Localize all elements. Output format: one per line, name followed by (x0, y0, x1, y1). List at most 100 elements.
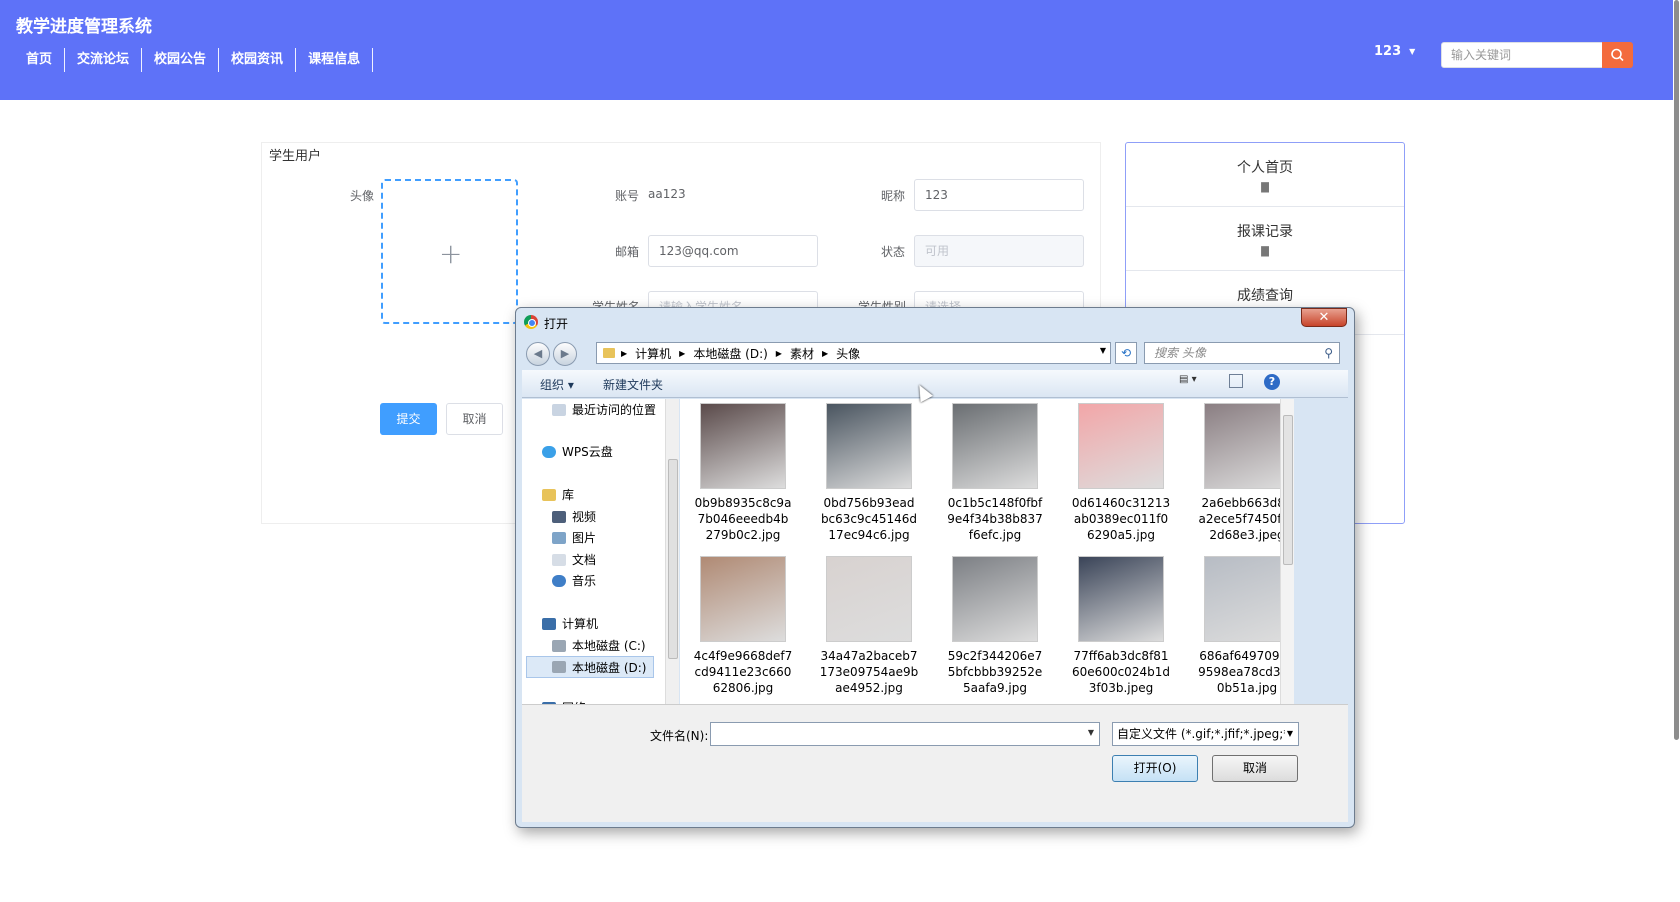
scrollbar-thumb[interactable] (1674, 0, 1679, 740)
nav-music[interactable]: 音乐 (552, 572, 596, 589)
filename-input[interactable]: ▼ (710, 722, 1100, 746)
avatar-uploader[interactable]: + (381, 179, 518, 324)
side-item-records[interactable]: 报课记录 ▇ (1126, 207, 1404, 271)
dialog-search-input[interactable]: 搜索 头像 ⚲ (1144, 342, 1340, 364)
image-thumbnail (700, 556, 786, 642)
nav-notice[interactable]: 校园公告 (142, 48, 220, 72)
scrollbar-thumb[interactable] (668, 459, 678, 659)
preview-pane-icon[interactable] (1229, 374, 1243, 388)
side-item-home[interactable]: 个人首页 ▇ (1126, 143, 1404, 207)
refresh-button[interactable]: ⟲ (1115, 342, 1137, 364)
dropdown-arrow-icon[interactable]: ▼ (1100, 346, 1106, 355)
file-item[interactable]: 77ff6ab3dc8f81 60e600c024b1d 3f03b.jpeg (1066, 556, 1176, 696)
lock-icon: ▇ (1261, 182, 1269, 193)
image-thumbnail (952, 556, 1038, 642)
nav-library[interactable]: 库 (542, 486, 574, 503)
site-header: 教学进度管理系统 首页 交流论坛 校园公告 校园资讯 课程信息 123 ▼ 输入关… (0, 0, 1673, 100)
nickname-input[interactable]: 123 (914, 179, 1084, 211)
path-segment[interactable]: 头像 (836, 345, 860, 362)
file-list-scrollbar[interactable] (1280, 399, 1294, 704)
nav-disk-c[interactable]: 本地磁盘 (C:) (552, 637, 646, 654)
nav-video[interactable]: 视频 (552, 508, 596, 525)
file-name: 6290a5.jpg (1087, 528, 1155, 542)
file-item[interactable]: 34a47a2baceb7 173e09754ae9b ae4952.jpg (814, 556, 924, 696)
file-name: ae4952.jpg (835, 681, 903, 695)
cloud-icon (542, 445, 556, 458)
organize-menu[interactable]: 组织 ▾ (540, 376, 574, 393)
forward-button[interactable]: ▶ (553, 342, 577, 366)
back-button[interactable]: ◀ (526, 342, 550, 366)
file-name: 3f03b.jpeg (1088, 681, 1154, 695)
file-name: 279b0c2.jpg (705, 528, 781, 542)
submit-button[interactable]: 提交 (380, 403, 437, 435)
nav-course[interactable]: 课程信息 (296, 48, 374, 72)
computer-icon (542, 617, 556, 630)
image-thumbnail (1204, 556, 1280, 642)
dialog-close-button[interactable]: ✕ (1301, 308, 1347, 327)
nav-recent[interactable]: 最近访问的位置 (552, 401, 656, 418)
nav-wps[interactable]: WPS云盘 (542, 443, 613, 460)
search-input[interactable]: 输入关键词 (1441, 42, 1603, 68)
dropdown-arrow-icon[interactable]: ▼ (1088, 728, 1094, 737)
file-name: 173e09754ae9b (819, 665, 919, 679)
dialog-title: 打开 (544, 317, 569, 331)
nav-home[interactable]: 首页 (14, 48, 66, 72)
nav-forum[interactable]: 交流论坛 (65, 48, 143, 72)
page-scrollbar[interactable] (1673, 0, 1680, 902)
chrome-icon (524, 315, 538, 329)
filetype-select[interactable]: 自定义文件 (*.gif;*.jfif;*.jpeg;*. ▼ (1112, 722, 1299, 746)
image-thumbnail (1078, 556, 1164, 642)
search-button[interactable] (1602, 42, 1633, 68)
video-icon (552, 510, 566, 523)
file-item[interactable]: 59c2f344206e7 5bfcbbb39252e 5aafa9.jpg (940, 556, 1050, 696)
new-folder-button[interactable]: 新建文件夹 (603, 376, 663, 393)
nav-item-label: 文档 (572, 553, 597, 567)
image-thumbnail (952, 403, 1038, 489)
scrollbar-thumb[interactable] (1283, 415, 1293, 565)
nav-item-label: 音乐 (572, 574, 597, 588)
nav-item-label: 视频 (572, 510, 597, 524)
dialog-toolbar: 组织 ▾ 新建文件夹 ▤ ▾ ? (522, 370, 1348, 398)
path-segment[interactable]: 本地磁盘 (D:) (693, 345, 767, 362)
file-item[interactable]: 0b9b8935c8c9a 7b046eeedb4b 279b0c2.jpg (688, 403, 798, 543)
arrow-right-icon: ▶ (560, 347, 570, 360)
file-name: 5bfcbbb39252e (947, 665, 1043, 679)
file-name: 34a47a2baceb7 (820, 649, 918, 663)
email-input[interactable]: 123@qq.com (648, 235, 818, 267)
nav-news[interactable]: 校园资讯 (219, 48, 297, 72)
view-options-icon[interactable]: ▤ ▾ (1179, 374, 1213, 392)
file-name: 0d61460c31213 (1071, 496, 1171, 510)
nav-documents[interactable]: 文档 (552, 551, 596, 568)
help-icon[interactable]: ? (1264, 374, 1280, 390)
nav-pane-scrollbar[interactable] (665, 399, 679, 704)
path-segment[interactable]: 素材 (790, 345, 814, 362)
file-item[interactable]: 0bd756b93ead bc63c9c45146d 17ec94c6.jpg (814, 403, 924, 543)
file-name: 2d68e3.jpeg (1209, 528, 1280, 542)
chevron-right-icon: ▶ (679, 348, 686, 358)
dropdown-arrow-icon: ▼ (1284, 723, 1293, 745)
drive-icon (552, 661, 566, 673)
user-menu[interactable]: 123 ▼ (1374, 44, 1415, 59)
nav-disk-d[interactable]: 本地磁盘 (D:) (526, 656, 654, 678)
file-item[interactable]: 686af64970962 9598ea78cd311 0b51a.jpg (1192, 556, 1280, 696)
nav-pictures[interactable]: 图片 (552, 529, 596, 546)
file-item[interactable]: 0d61460c31213 ab0389ec011f0 6290a5.jpg (1066, 403, 1176, 543)
caret-down-icon: ▼ (1409, 47, 1416, 56)
file-item[interactable]: 2a6ebb663d86 a2ece5f7450fca 2d68e3.jpeg (1192, 403, 1280, 543)
site-title: 教学进度管理系统 (16, 17, 152, 37)
file-name: 4c4f9e9668def7 (693, 649, 793, 663)
address-bar[interactable]: ▶ 计算机 ▶ 本地磁盘 (D:) ▶ 素材 ▶ 头像 ▼ (596, 342, 1111, 364)
open-button[interactable]: 打开(O) (1112, 755, 1198, 782)
nav-item-label: 本地磁盘 (C:) (572, 639, 646, 653)
file-item[interactable]: 4c4f9e9668def7 cd9411e23c660 62806.jpg (688, 556, 798, 696)
dialog-cancel-button[interactable]: 取消 (1212, 755, 1298, 782)
cancel-button[interactable]: 取消 (446, 403, 503, 435)
user-name: 123 (1374, 44, 1402, 59)
file-item[interactable]: 0c1b5c148f0fbf 9e4f34b38b837 f6efc.jpg (940, 403, 1050, 543)
file-name: 686af64970962 (1199, 649, 1280, 663)
path-segment[interactable]: 计算机 (635, 345, 671, 362)
file-name: 7b046eeedb4b (697, 512, 789, 526)
nav-computer[interactable]: 计算机 (542, 615, 598, 632)
status-label: 状态 (881, 245, 906, 259)
search-placeholder: 搜索 头像 (1154, 346, 1206, 360)
